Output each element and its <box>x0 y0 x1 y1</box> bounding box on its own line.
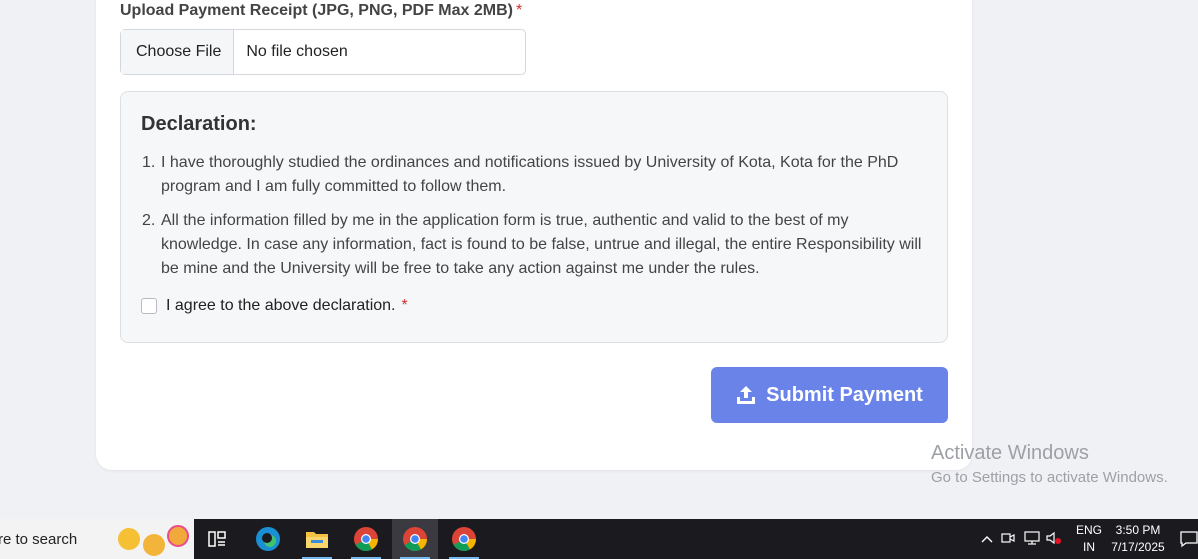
submit-payment-button[interactable]: Submit Payment <box>711 367 948 423</box>
declaration-heading: Declaration: <box>141 113 257 135</box>
clock-time: 3:50 PM <box>1115 523 1161 537</box>
taskbar: re to search ENG IN 3:50 PM 7/17/2025 <box>0 519 1198 559</box>
upload-label: Upload Payment Receipt (JPG, PNG, PDF Ma… <box>120 2 522 20</box>
network-icon[interactable] <box>1020 530 1044 548</box>
notification-icon[interactable] <box>1180 530 1198 553</box>
list-number: 1. <box>142 154 156 171</box>
volume-muted-icon[interactable] <box>1044 531 1064 548</box>
declaration-box: Declaration: 1. I have thoroughly studie… <box>120 91 948 343</box>
chevron-up-icon[interactable] <box>978 532 996 546</box>
agree-checkbox[interactable] <box>141 298 157 314</box>
lang-bottom: IN <box>1083 540 1095 554</box>
chrome-icon[interactable] <box>441 519 487 559</box>
list-item: 1. I have thoroughly studied the ordinan… <box>142 151 932 199</box>
upload-label-text: Upload Payment Receipt (JPG, PNG, PDF Ma… <box>120 2 513 19</box>
meet-now-icon[interactable] <box>996 531 1020 548</box>
list-text: All the information filled by me in the … <box>161 212 922 277</box>
search-text: re to search <box>0 530 78 548</box>
list-number: 2. <box>142 212 156 229</box>
emoji-icon[interactable] <box>118 528 140 550</box>
task-view-icon[interactable] <box>194 519 240 559</box>
list-item: 2. All the information filled by me in t… <box>142 209 932 281</box>
required-mark: * <box>515 2 523 19</box>
agree-row[interactable]: I agree to the above declaration. * <box>141 297 408 315</box>
declaration-list: 1. I have thoroughly studied the ordinan… <box>142 151 932 291</box>
upload-icon <box>737 386 756 404</box>
agree-label: I agree to the above declaration. <box>166 297 396 314</box>
file-explorer-icon[interactable] <box>294 519 340 559</box>
edge-icon[interactable] <box>245 519 291 559</box>
language-indicator[interactable]: ENG IN <box>1074 522 1104 556</box>
required-mark: * <box>401 297 408 314</box>
lang-top: ENG <box>1075 523 1102 537</box>
watermark-subtitle: Go to Settings to activate Windows. <box>931 469 1168 486</box>
clock-date: 7/17/2025 <box>1111 540 1165 554</box>
clock[interactable]: 3:50 PM 7/17/2025 <box>1108 522 1168 556</box>
file-status: No file chosen <box>246 43 348 60</box>
taskbar-search[interactable]: re to search <box>0 519 194 559</box>
choose-file-button[interactable]: Choose File <box>121 30 235 74</box>
list-text: I have thoroughly studied the ordinances… <box>161 154 899 195</box>
file-input[interactable]: Choose File No file chosen <box>120 29 526 75</box>
chrome-icon[interactable] <box>392 519 438 559</box>
emoji-icon[interactable] <box>143 534 165 556</box>
watermark-title: Activate Windows <box>931 442 1089 464</box>
emoji-icon[interactable] <box>167 525 189 547</box>
system-tray <box>978 519 1064 559</box>
chrome-icon[interactable] <box>343 519 389 559</box>
activate-windows-watermark: Activate Windows Go to Settings to activ… <box>931 442 1168 486</box>
submit-label: Submit Payment <box>766 383 923 406</box>
